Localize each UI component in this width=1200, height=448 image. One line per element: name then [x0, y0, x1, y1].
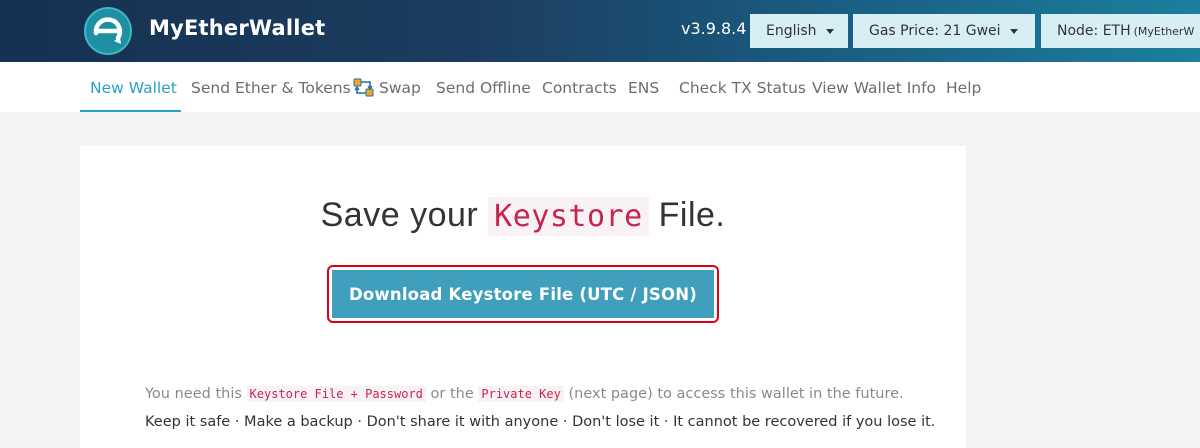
info-text-c: (next page) to access this wallet in the… [568, 386, 904, 402]
chevron-down-icon [1009, 28, 1018, 34]
brand-title[interactable]: MyEtherWallet [149, 16, 325, 40]
page-title: Save your Keystore File. [80, 196, 966, 236]
tab-help[interactable]: Help [946, 79, 981, 97]
tab-swap[interactable]: Swap [379, 79, 421, 97]
tab-send-offline[interactable]: Send Offline [436, 79, 531, 97]
node-label: Node: ETH [1057, 23, 1131, 39]
tab-ens[interactable]: ENS [628, 79, 659, 97]
language-label: English [766, 23, 817, 39]
title-keystore-code: Keystore [488, 197, 649, 236]
node-dropdown[interactable]: Node: ETH (MyEtherW [1041, 14, 1200, 48]
chevron-down-icon [825, 28, 834, 34]
tab-view-wallet-info[interactable]: View Wallet Info [812, 79, 936, 97]
top-header: MyEtherWallet v3.9.8.4 English Gas Price… [0, 0, 1200, 62]
gas-price-dropdown[interactable]: Gas Price: 21 Gwei [853, 14, 1035, 48]
tab-contracts[interactable]: Contracts [542, 79, 617, 97]
private-key-code: Private Key [478, 386, 564, 402]
swap-icon[interactable] [353, 77, 375, 99]
info-text: You need this Keystore File + Password o… [145, 386, 904, 402]
keystore-card: Save your Keystore File. Download Keysto… [80, 146, 966, 448]
download-keystore-button[interactable]: Download Keystore File (UTC / JSON) [332, 270, 714, 318]
main-nav: New Wallet Send Ether & Tokens Swap Send… [0, 62, 1200, 112]
title-suffix: File. [658, 196, 726, 234]
active-tab-indicator [80, 110, 181, 112]
title-prefix: Save your [320, 196, 479, 234]
gas-price-label: Gas Price: 21 Gwei [869, 23, 1001, 39]
tab-check-tx-status[interactable]: Check TX Status [679, 79, 806, 97]
keystore-password-code: Keystore File + Password [246, 386, 426, 402]
node-detail: (MyEtherW [1133, 24, 1195, 38]
info-text-a: You need this [145, 386, 242, 402]
safety-tips: Keep it safe · Make a backup · Don't sha… [145, 414, 936, 430]
tab-send-ether-tokens[interactable]: Send Ether & Tokens [191, 79, 351, 97]
version-label: v3.9.8.4 [681, 19, 747, 38]
tab-new-wallet[interactable]: New Wallet [90, 79, 177, 97]
language-dropdown[interactable]: English [750, 14, 848, 48]
myetherwallet-logo-icon[interactable] [84, 7, 132, 55]
info-text-b: or the [430, 386, 474, 402]
